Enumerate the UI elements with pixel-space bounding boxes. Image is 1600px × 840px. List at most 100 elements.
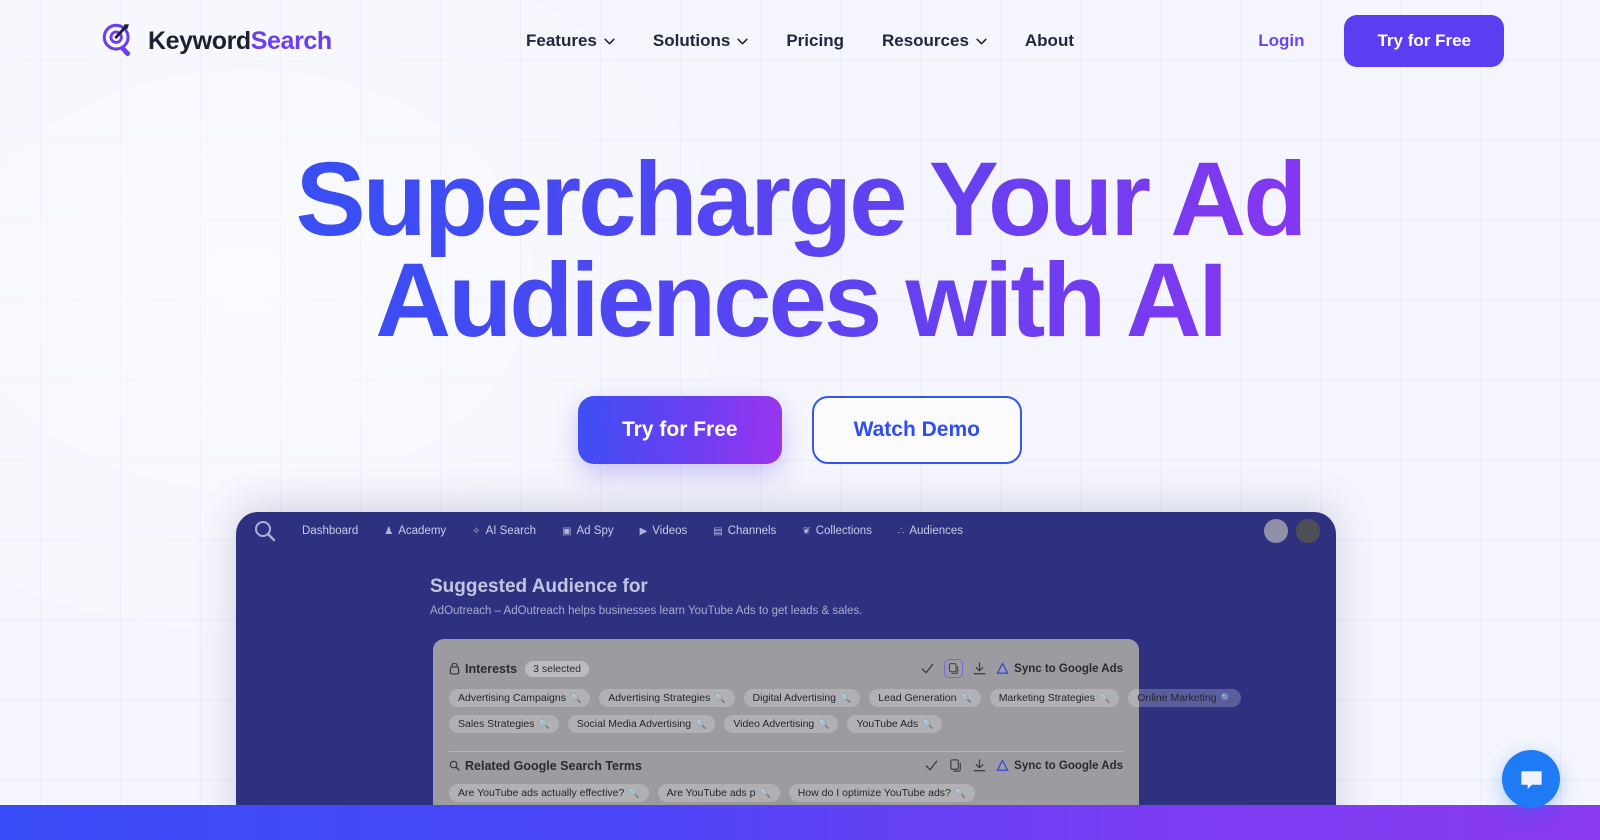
- chat-widget-button[interactable]: [1502, 750, 1560, 808]
- interest-tag[interactable]: YouTube Ads 🔍: [847, 715, 943, 733]
- logo[interactable]: KeywordSearch: [100, 22, 332, 60]
- interests-title: Interests: [449, 662, 517, 676]
- download-icon[interactable]: [972, 661, 987, 676]
- hero-try-for-free-button[interactable]: Try for Free: [578, 395, 782, 464]
- collections-icon: ❦: [802, 525, 811, 537]
- search-term-tag[interactable]: How do I optimize YouTube ads? 🔍: [788, 784, 976, 802]
- search-icon[interactable]: [252, 518, 278, 544]
- interest-tag[interactable]: Marketing Strategies 🔍: [989, 689, 1120, 707]
- interest-tag[interactable]: Digital Advertising 🔍: [743, 689, 861, 707]
- check-icon[interactable]: [924, 758, 939, 773]
- search-terms-section-header: Related Google Search Terms Sync to Goog…: [449, 752, 1123, 775]
- tag-row: Sales Strategies 🔍 Social Media Advertisi…: [449, 715, 1123, 733]
- target-magnifier-icon: [102, 23, 131, 57]
- nav-item-label: Resources: [881, 31, 969, 50]
- interest-tag[interactable]: Online Marketing 🔍: [1128, 689, 1241, 707]
- tag-label: Are YouTube ads p: [666, 787, 756, 799]
- search-term-tag[interactable]: Are YouTube ads actually effective? 🔍: [449, 784, 649, 802]
- nav-item-label: About: [1024, 31, 1074, 50]
- tag-label: Lead Generation: [878, 692, 957, 704]
- app-preview-nav: Dashboard ♟ Academy ✧ AI Search ▣ Ad Spy ▶ V…: [236, 512, 1336, 550]
- app-nav-label: Videos: [652, 525, 688, 537]
- app-preview: Dashboard ♟ Academy ✧ AI Search ▣ Ad Spy ▶ V…: [236, 512, 1336, 840]
- search-icon: 🔍: [759, 787, 771, 798]
- nav-item-pricing[interactable]: Pricing: [786, 31, 844, 51]
- interest-tag[interactable]: Social Media Advertising 🔍: [567, 715, 716, 733]
- tag-label: Marketing Strategies: [998, 692, 1095, 704]
- tag-icon: [449, 662, 460, 675]
- search-icon: 🔍: [960, 692, 972, 703]
- channels-icon: ▤: [713, 525, 723, 537]
- copy-icon[interactable]: [944, 659, 964, 678]
- interests-tags: Advertising Campaigns 🔍 Advertising Strat…: [449, 680, 1241, 745]
- chevron-down-icon: [737, 38, 748, 44]
- sync-label: Sync to Google Ads: [1014, 662, 1123, 675]
- avatar[interactable]: [1296, 519, 1320, 543]
- tag-label: Online Marketing: [1137, 692, 1217, 704]
- sparkle-icon: ✧: [472, 525, 481, 537]
- nav-item-solutions[interactable]: Solutions: [653, 31, 748, 51]
- academy-icon: ♟: [384, 525, 394, 537]
- copy-icon[interactable]: [948, 758, 963, 773]
- app-nav-label: Collections: [815, 525, 872, 537]
- check-icon[interactable]: [920, 661, 935, 676]
- header-try-for-free-button[interactable]: Try for Free: [1344, 15, 1504, 67]
- app-nav-dashboard[interactable]: Dashboard: [302, 525, 358, 537]
- chat-bubble-icon: [1520, 770, 1542, 789]
- tag-label: YouTube Ads: [856, 718, 919, 730]
- app-nav-academy[interactable]: ♟ Academy: [384, 525, 446, 537]
- app-nav-items: Dashboard ♟ Academy ✧ AI Search ▣ Ad Spy ▶ V…: [302, 525, 963, 537]
- interest-tag[interactable]: Video Advertising 🔍: [724, 715, 839, 733]
- app-nav-collections[interactable]: ❦ Collections: [802, 525, 872, 537]
- app-nav-label: Dashboard: [302, 525, 359, 537]
- interests-actions: Sync to Google Ads: [920, 659, 1123, 678]
- search-terms-title: Related Google Search Terms: [449, 759, 642, 773]
- nav-item-label: Features: [526, 31, 597, 50]
- search-terms-label: Related Google Search Terms: [465, 758, 642, 773]
- chevron-down-icon: [976, 38, 987, 44]
- sync-to-google-ads-button[interactable]: Sync to Google Ads: [996, 759, 1123, 772]
- search-term-tag[interactable]: Are YouTube ads p 🔍: [657, 784, 780, 802]
- suggested-audience-subtitle: AdOutreach – AdOutreach helps businesses…: [430, 605, 863, 617]
- google-ads-icon: [996, 662, 1009, 674]
- app-nav-label: AI Search: [485, 525, 537, 537]
- headline-line-2: Audiences with AI: [375, 241, 1225, 359]
- sync-to-google-ads-button[interactable]: Sync to Google Ads: [996, 662, 1123, 675]
- interests-section-header: Interests 3 selected Sync to Google Ads: [449, 653, 1123, 680]
- interests-label: Interests: [465, 661, 518, 676]
- tag-label: How do I optimize YouTube ads?: [797, 787, 951, 799]
- search-terms-actions: Sync to Google Ads: [924, 758, 1123, 773]
- google-ads-icon: [996, 759, 1009, 771]
- search-icon: 🔍: [840, 692, 852, 703]
- interest-tag[interactable]: Sales Strategies 🔍: [449, 715, 559, 733]
- search-icon: 🔍: [538, 718, 550, 729]
- nav-item-about[interactable]: About: [1025, 31, 1074, 51]
- hero-cta-row: Try for Free Watch Demo: [0, 395, 1600, 464]
- app-nav-label: Audiences: [909, 525, 964, 537]
- download-icon[interactable]: [972, 758, 987, 773]
- sync-label: Sync to Google Ads: [1014, 759, 1123, 772]
- interest-tag[interactable]: Lead Generation 🔍: [869, 689, 981, 707]
- tag-row: Are YouTube ads actually effective? 🔍 Are…: [449, 784, 1123, 802]
- app-nav-ai-search[interactable]: ✧ AI Search: [472, 525, 536, 537]
- tag-label: Social Media Advertising: [576, 718, 692, 730]
- login-link[interactable]: Login: [1258, 31, 1304, 51]
- app-nav-videos[interactable]: ▶ Videos: [640, 525, 688, 537]
- interest-tag[interactable]: Advertising Strategies 🔍: [599, 689, 735, 707]
- interest-tag[interactable]: Advertising Campaigns 🔍: [449, 689, 591, 707]
- nav-item-resources[interactable]: Resources: [882, 31, 987, 51]
- hero-watch-demo-button[interactable]: Watch Demo: [811, 395, 1022, 464]
- adspy-icon: ▣: [562, 525, 572, 537]
- nav-item-features[interactable]: Features: [526, 31, 615, 51]
- search-icon: 🔍: [922, 718, 934, 729]
- nav-item-label: Pricing: [786, 31, 844, 50]
- app-nav-audiences[interactable]: ∴ Audiences: [898, 525, 963, 537]
- site-header: KeywordSearch Features Solutions Pricing…: [0, 0, 1600, 82]
- app-icon-button[interactable]: [1264, 519, 1288, 543]
- logo-text: KeywordSearch: [148, 27, 332, 56]
- app-nav-channels[interactable]: ▤ Channels: [713, 525, 776, 537]
- app-nav-ad-spy[interactable]: ▣ Ad Spy: [562, 525, 614, 537]
- interests-selected-badge: 3 selected: [525, 660, 589, 677]
- audience-panel: Interests 3 selected Sync to Google Ads …: [433, 639, 1241, 814]
- app-nav-label: Channels: [727, 525, 777, 537]
